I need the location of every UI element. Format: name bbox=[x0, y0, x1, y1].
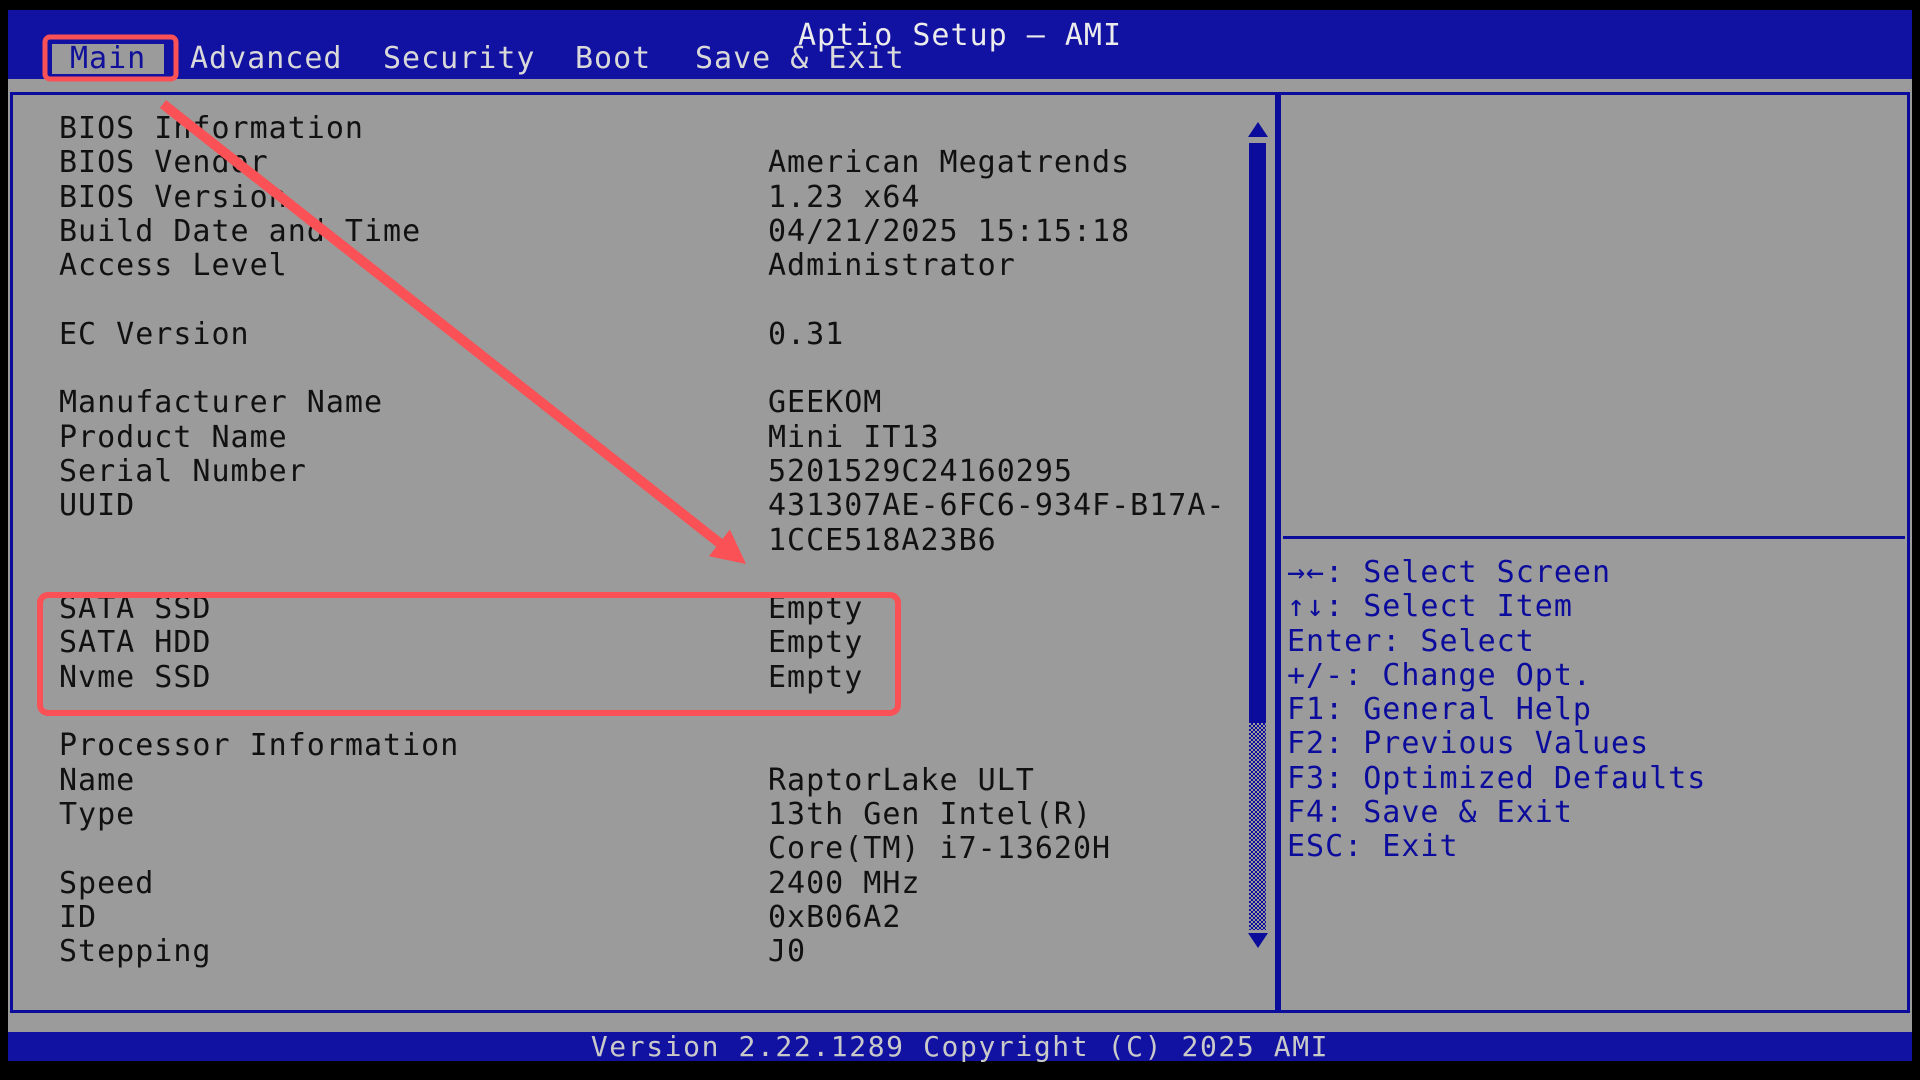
row-blank bbox=[13, 558, 1275, 592]
scrollbar-track[interactable] bbox=[1249, 723, 1266, 930]
row-serial-number: Serial Number5201529C24160295 bbox=[13, 455, 1275, 489]
row-manufacturer-name: Manufacturer NameGEEKOM bbox=[13, 386, 1275, 420]
row-bios-version: BIOS Version1.23 x64 bbox=[13, 181, 1275, 215]
row-processor-type-line2: Core(TM) i7-13620H bbox=[13, 832, 1275, 866]
tab-main[interactable]: Main bbox=[52, 44, 164, 74]
help-divider bbox=[1283, 536, 1905, 539]
row-uuid: UUID431307AE-6FC6-934F-B17A- bbox=[13, 489, 1275, 523]
title-bar: Aptio Setup – AMI Main Advanced Security… bbox=[8, 10, 1912, 79]
main-info-panel: BIOS Information BIOS VendorAmerican Meg… bbox=[10, 92, 1278, 1013]
help-select-screen: →←: Select Screen bbox=[1287, 556, 1907, 590]
bios-setup-screen: { "title_bar": { "title": "Aptio Setup –… bbox=[0, 0, 1920, 1080]
tab-save-exit[interactable]: Save & Exit bbox=[695, 44, 905, 74]
tab-advanced[interactable]: Advanced bbox=[190, 44, 343, 74]
help-f1-general-help: F1: General Help bbox=[1287, 693, 1907, 727]
row-build-date-time: Build Date and Time04/21/2025 15:15:18 bbox=[13, 215, 1275, 249]
row-access-level: Access LevelAdministrator bbox=[13, 249, 1275, 283]
row-ec-version: EC Version0.31 bbox=[13, 318, 1275, 352]
scroll-down-icon[interactable] bbox=[1248, 933, 1268, 948]
scrollbar-thumb[interactable] bbox=[1249, 143, 1266, 723]
help-change-opt: +/-: Change Opt. bbox=[1287, 659, 1907, 693]
key-legend: →←: Select Screen ↑↓: Select Item Enter:… bbox=[1287, 556, 1907, 865]
row-processor-id: ID0xB06A2 bbox=[13, 901, 1275, 935]
help-panel: →←: Select Screen ↑↓: Select Item Enter:… bbox=[1278, 92, 1910, 1013]
help-esc-exit: ESC: Exit bbox=[1287, 830, 1907, 864]
row-processor-name: NameRaptorLake ULT bbox=[13, 764, 1275, 798]
version-text: Version 2.22.1289 Copyright (C) 2025 AMI bbox=[8, 1032, 1912, 1061]
section-header-bios-information: BIOS Information bbox=[13, 112, 1275, 146]
row-processor-stepping: SteppingJ0 bbox=[13, 935, 1275, 969]
help-f4-save-exit: F4: Save & Exit bbox=[1287, 796, 1907, 830]
row-nvme-ssd: Nvme SSDEmpty bbox=[13, 661, 1275, 695]
footer-bar: Version 2.22.1289 Copyright (C) 2025 AMI bbox=[8, 1032, 1912, 1061]
bios-screen-area: Aptio Setup – AMI Main Advanced Security… bbox=[8, 10, 1912, 1061]
help-f3-optimized: F3: Optimized Defaults bbox=[1287, 762, 1907, 796]
row-blank bbox=[13, 352, 1275, 386]
row-sata-hdd: SATA HDDEmpty bbox=[13, 626, 1275, 660]
row-processor-speed: Speed2400 MHz bbox=[13, 867, 1275, 901]
help-f2-previous-values: F2: Previous Values bbox=[1287, 727, 1907, 761]
row-blank bbox=[13, 695, 1275, 729]
tab-boot[interactable]: Boot bbox=[575, 44, 651, 74]
bios-info-list: BIOS Information BIOS VendorAmerican Meg… bbox=[13, 112, 1275, 969]
help-select-item: ↑↓: Select Item bbox=[1287, 590, 1907, 624]
row-bios-vendor: BIOS VendorAmerican Megatrends bbox=[13, 146, 1275, 180]
row-blank bbox=[13, 283, 1275, 317]
row-processor-type: Type13th Gen Intel(R) bbox=[13, 798, 1275, 832]
section-header-processor-information: Processor Information bbox=[13, 729, 1275, 763]
scroll-up-icon[interactable] bbox=[1248, 122, 1268, 137]
tab-security[interactable]: Security bbox=[383, 44, 536, 74]
help-enter-select: Enter: Select bbox=[1287, 625, 1907, 659]
row-uuid-line2: 1CCE518A23B6 bbox=[13, 524, 1275, 558]
row-product-name: Product NameMini IT13 bbox=[13, 421, 1275, 455]
row-sata-ssd: SATA SSDEmpty bbox=[13, 592, 1275, 626]
